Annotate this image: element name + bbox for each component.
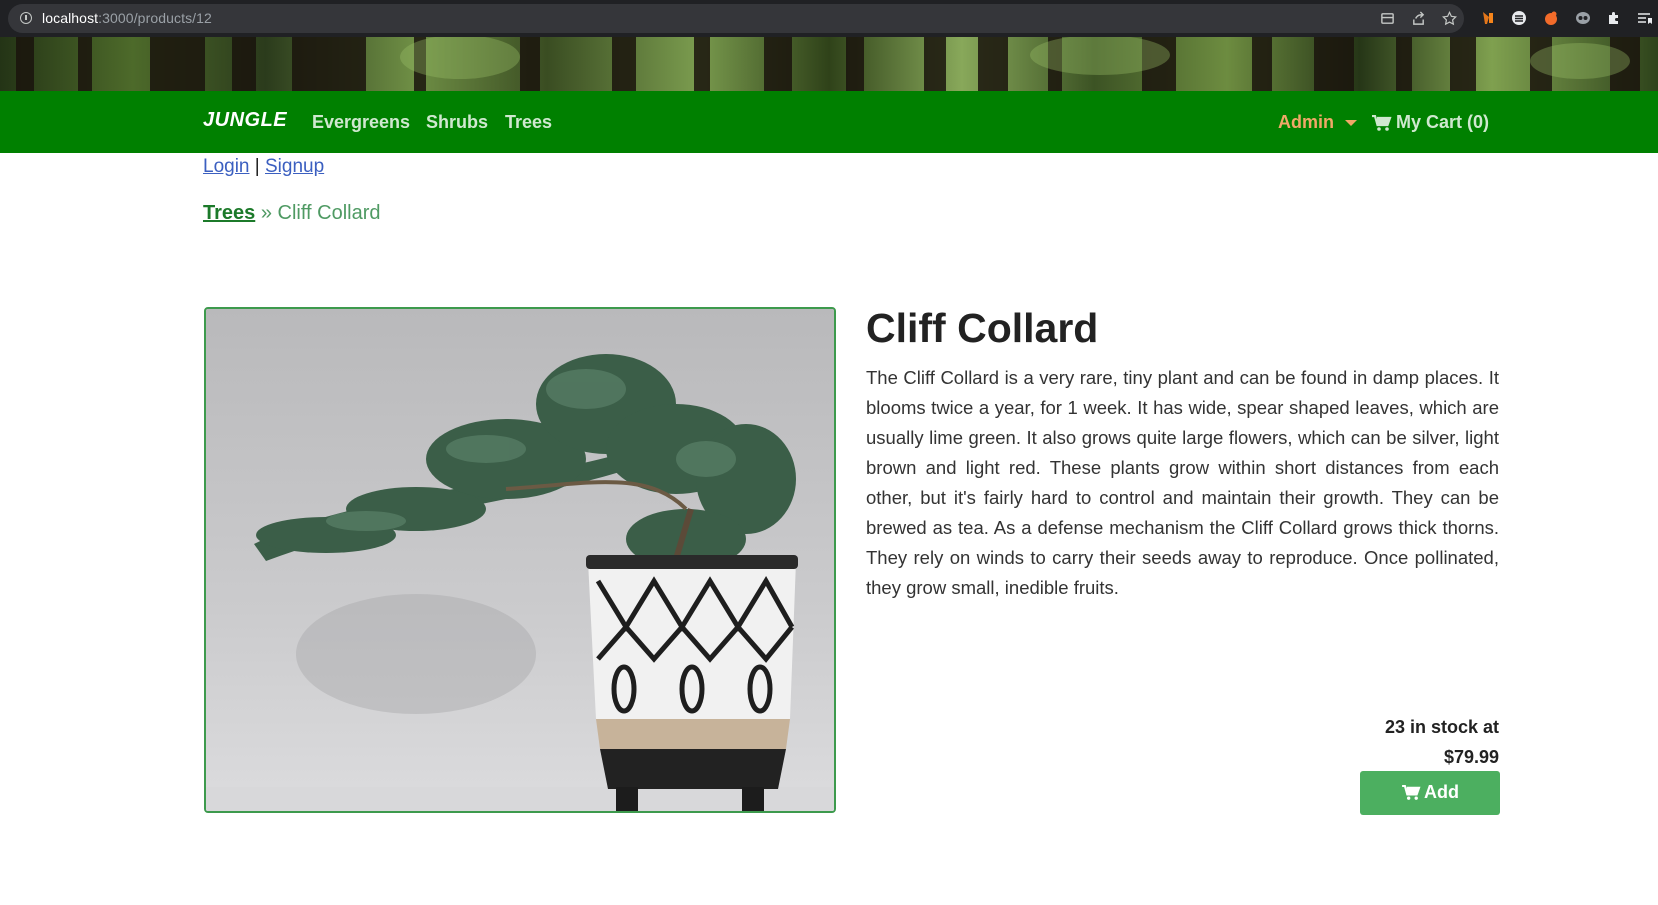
- address-bar[interactable]: localhost:3000/products/12: [8, 4, 1464, 33]
- reading-list-icon[interactable]: [1637, 10, 1653, 26]
- cart-icon: [1402, 784, 1421, 801]
- cart-icon[interactable]: [1372, 114, 1392, 132]
- share-icon[interactable]: [1411, 11, 1426, 26]
- breadcrumb-category-link[interactable]: Trees: [203, 202, 255, 224]
- breadcrumb-separator: »: [260, 202, 272, 224]
- login-link[interactable]: Login: [203, 156, 250, 177]
- extension-orange-icon[interactable]: [1543, 10, 1559, 26]
- extensions-puzzle-icon[interactable]: [1606, 10, 1622, 26]
- add-to-cart-button[interactable]: Add: [1360, 771, 1500, 815]
- tab-search-icon[interactable]: [1380, 11, 1395, 26]
- product-title: Cliff Collard: [866, 305, 1099, 351]
- my-cart-link[interactable]: My Cart (0): [1396, 112, 1489, 133]
- bookmark-star-icon[interactable]: [1442, 11, 1457, 26]
- breadcrumb: Trees » Cliff Collard: [203, 202, 381, 225]
- admin-dropdown[interactable]: Admin: [1278, 112, 1334, 133]
- url-path: :3000/products/12: [98, 10, 212, 26]
- url-host: localhost: [42, 10, 99, 26]
- breadcrumb-current: Cliff Collard: [277, 202, 381, 224]
- stock-and-price: 23 in stock at $79.99: [1300, 712, 1499, 772]
- site-info-icon[interactable]: [20, 12, 32, 24]
- nav-link-trees[interactable]: Trees: [505, 112, 552, 133]
- url-text[interactable]: localhost:3000/products/12: [42, 10, 212, 26]
- browser-toolbar: localhost:3000/products/12: [0, 0, 1658, 37]
- extension-owl-icon[interactable]: [1575, 10, 1591, 26]
- product-description: The Cliff Collard is a very rare, tiny p…: [866, 367, 1499, 598]
- brand-logo[interactable]: JUNGLE: [203, 109, 287, 132]
- add-button-label: Add: [1424, 782, 1459, 802]
- forest-banner-image: [0, 37, 1658, 91]
- product-image: [204, 307, 836, 813]
- nav-link-evergreens[interactable]: Evergreens: [312, 112, 410, 133]
- signup-link[interactable]: Signup: [265, 156, 324, 177]
- extension-metamask-icon[interactable]: [1480, 10, 1496, 26]
- stock-text: 23 in stock at: [1384, 717, 1499, 737]
- main-navbar: JUNGLE Evergreens Shrubs Trees Admin My …: [0, 91, 1658, 153]
- auth-links: Login | Signup: [203, 156, 324, 178]
- price-text: $79.99: [1443, 747, 1499, 767]
- chevron-down-icon[interactable]: [1345, 120, 1357, 126]
- extension-menu-icon[interactable]: [1511, 10, 1527, 26]
- auth-separator: |: [254, 156, 260, 177]
- nav-link-shrubs[interactable]: Shrubs: [426, 112, 488, 133]
